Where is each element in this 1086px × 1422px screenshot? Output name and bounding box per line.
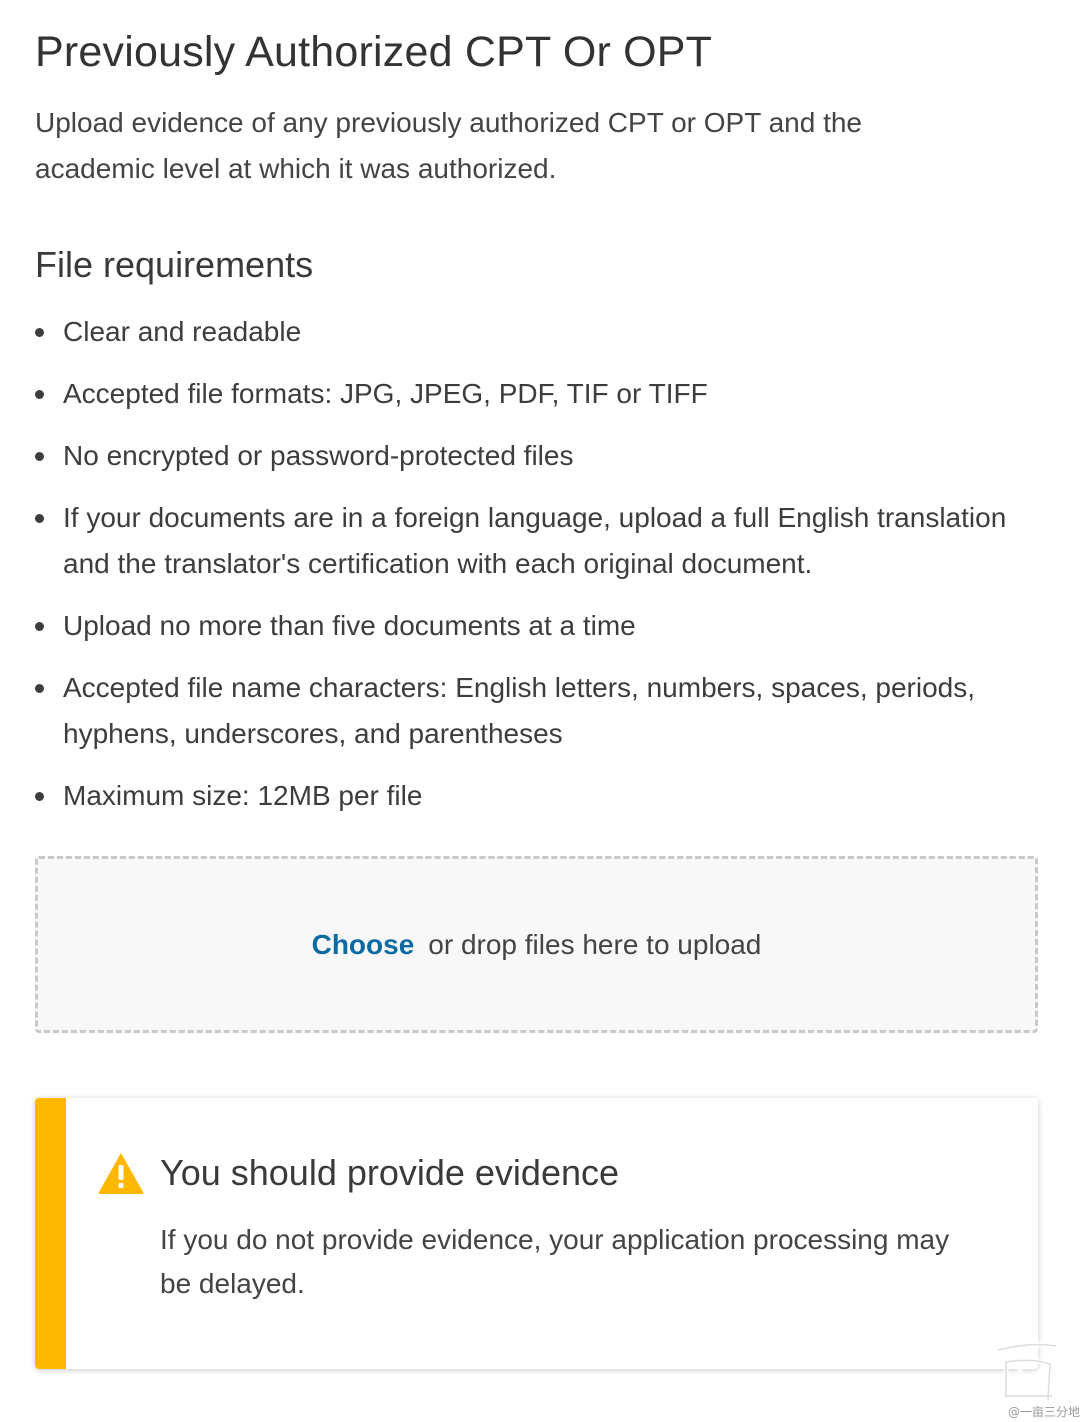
alert-accent-bar: [35, 1098, 66, 1369]
requirements-heading: File requirements: [35, 244, 314, 285]
choose-files-link[interactable]: Choose: [312, 929, 415, 961]
requirement-item: Accepted file formats: JPG, JPEG, PDF, T…: [35, 371, 1045, 417]
alert-body: If you do not provide evidence, your app…: [160, 1224, 950, 1299]
requirement-item: No encrypted or password-protected files: [35, 433, 1045, 479]
file-dropzone[interactable]: Choose or drop files here to upload: [35, 856, 1038, 1033]
page-intro: Upload evidence of any previously author…: [35, 107, 862, 184]
page-title: Previously Authorized CPT Or OPT: [35, 28, 713, 76]
requirement-item: Upload no more than five documents at a …: [35, 603, 1045, 649]
requirement-item: If your documents are in a foreign langu…: [35, 495, 1045, 587]
watermark-text: @一亩三分地: [1007, 1405, 1080, 1419]
warning-icon: [98, 1153, 144, 1194]
warning-alert: You should provide evidence If you do no…: [35, 1098, 1038, 1369]
requirement-item: Accepted file name characters: English l…: [35, 665, 1045, 757]
dropzone-text: or drop files here to upload: [428, 928, 762, 960]
requirements-list: Clear and readable Accepted file formats…: [35, 309, 1045, 835]
alert-title: You should provide evidence: [160, 1152, 620, 1193]
requirement-item: Maximum size: 12MB per file: [35, 773, 1045, 819]
requirement-item: Clear and readable: [35, 309, 1045, 355]
